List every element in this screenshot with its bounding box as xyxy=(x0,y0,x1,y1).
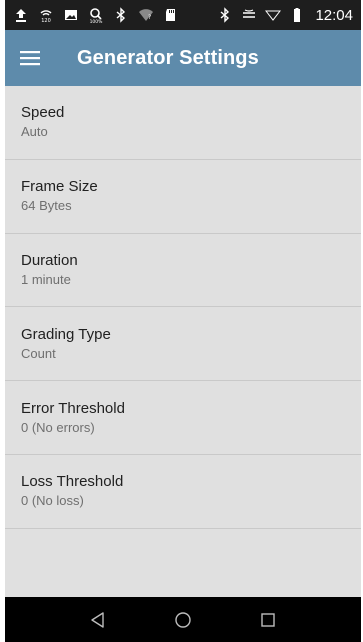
upload-icon xyxy=(13,7,29,23)
bluetooth-icon xyxy=(113,7,129,23)
setting-grading-type[interactable]: Grading Type Count xyxy=(5,307,361,382)
sd-card-icon xyxy=(163,7,179,23)
status-left: 120 100% ? xyxy=(13,7,179,23)
setting-duration[interactable]: Duration 1 minute xyxy=(5,234,361,308)
setting-value: 1 minute xyxy=(21,271,71,287)
signal-icon: 120 xyxy=(38,7,54,23)
menu-icon xyxy=(20,51,40,66)
status-time: 12:04 xyxy=(315,6,353,24)
bluetooth-icon xyxy=(217,7,233,23)
setting-title: Grading Type xyxy=(21,325,111,343)
setting-title: Frame Size xyxy=(21,178,98,196)
image-icon xyxy=(63,7,79,23)
nav-bar xyxy=(5,597,361,642)
setting-value: Auto xyxy=(21,124,48,140)
svg-text:100%: 100% xyxy=(90,19,104,23)
home-button[interactable] xyxy=(163,600,203,640)
back-button[interactable] xyxy=(78,600,118,640)
app-bar: Generator Settings xyxy=(5,30,361,86)
home-icon xyxy=(175,611,191,628)
back-icon xyxy=(90,611,104,628)
recents-button[interactable] xyxy=(248,600,288,640)
wifi-icon: ? xyxy=(138,7,154,23)
setting-value: Count xyxy=(21,345,56,361)
menu-button[interactable] xyxy=(5,30,55,86)
screen: 120 100% ? 12:04 Generator Settings Spee… xyxy=(5,0,361,642)
page-title: Generator Settings xyxy=(77,46,259,69)
status-right: 12:04 xyxy=(217,7,353,24)
setting-title: Duration xyxy=(21,251,78,269)
svg-text:?: ? xyxy=(148,14,151,21)
settings-list: Speed Auto Frame Size 64 Bytes Duration … xyxy=(5,86,361,529)
setting-value: 64 Bytes xyxy=(21,198,72,214)
setting-error-threshold[interactable]: Error Threshold 0 (No errors) xyxy=(5,381,361,455)
setting-title: Speed xyxy=(21,104,65,122)
svg-text:120: 120 xyxy=(41,18,51,23)
recents-icon xyxy=(261,612,276,627)
signal-icon xyxy=(265,7,282,23)
setting-frame-size[interactable]: Frame Size 64 Bytes xyxy=(5,160,361,234)
setting-value: 0 (No loss) xyxy=(21,493,84,509)
setting-speed[interactable]: Speed Auto xyxy=(5,86,361,160)
setting-value: 0 (No errors) xyxy=(21,419,95,435)
setting-loss-threshold[interactable]: Loss Threshold 0 (No loss) xyxy=(5,455,361,529)
search-icon: 100% xyxy=(88,7,104,23)
setting-title: Error Threshold xyxy=(21,399,125,417)
vibrate-icon xyxy=(241,7,257,23)
setting-title: Loss Threshold xyxy=(21,473,124,491)
status-bar: 120 100% ? 12:04 xyxy=(5,0,361,30)
battery-icon xyxy=(289,7,305,23)
